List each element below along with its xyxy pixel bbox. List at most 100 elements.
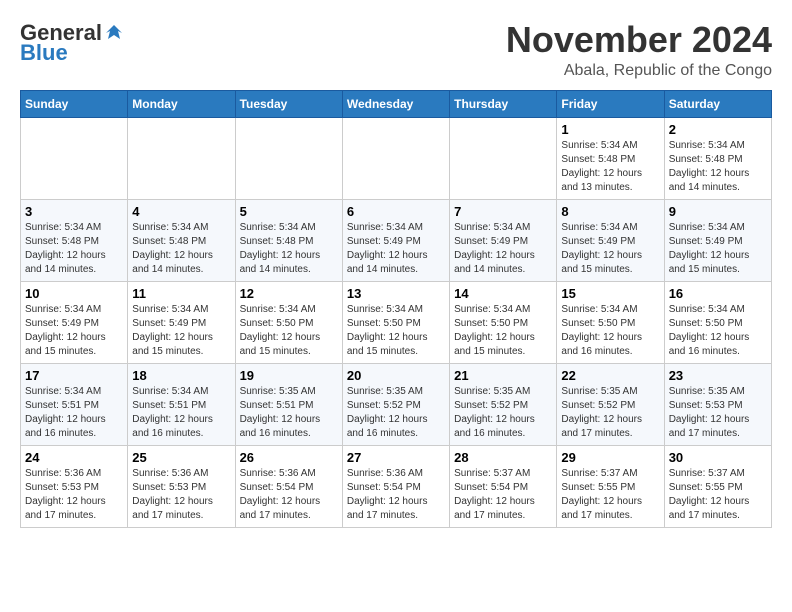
calendar-week-row: 1 Sunrise: 5:34 AM Sunset: 5:48 PM Daylig… [21, 117, 772, 199]
day-info: Sunrise: 5:36 AM Sunset: 5:53 PM Dayligh… [25, 467, 123, 523]
day-number: 5 [240, 204, 338, 219]
day-info: Sunrise: 5:35 AM Sunset: 5:52 PM Dayligh… [454, 385, 552, 441]
day-number: 11 [132, 286, 230, 301]
calendar-cell: 2 Sunrise: 5:34 AM Sunset: 5:48 PM Daylig… [664, 117, 771, 199]
logo: General Blue [20, 20, 124, 66]
day-info: Sunrise: 5:34 AM Sunset: 5:51 PM Dayligh… [132, 385, 230, 441]
day-number: 19 [240, 368, 338, 383]
day-info: Sunrise: 5:34 AM Sunset: 5:49 PM Dayligh… [347, 221, 445, 277]
day-info: Sunrise: 5:37 AM Sunset: 5:55 PM Dayligh… [561, 467, 659, 523]
day-info: Sunrise: 5:34 AM Sunset: 5:50 PM Dayligh… [347, 303, 445, 359]
day-info: Sunrise: 5:35 AM Sunset: 5:52 PM Dayligh… [347, 385, 445, 441]
calendar-cell: 26 Sunrise: 5:36 AM Sunset: 5:54 PM Dayli… [235, 445, 342, 527]
day-info: Sunrise: 5:35 AM Sunset: 5:53 PM Dayligh… [669, 385, 767, 441]
calendar-cell: 7 Sunrise: 5:34 AM Sunset: 5:49 PM Daylig… [450, 199, 557, 281]
calendar-cell: 12 Sunrise: 5:34 AM Sunset: 5:50 PM Dayli… [235, 281, 342, 363]
day-info: Sunrise: 5:34 AM Sunset: 5:49 PM Dayligh… [561, 221, 659, 277]
day-number: 17 [25, 368, 123, 383]
day-number: 20 [347, 368, 445, 383]
calendar-cell: 10 Sunrise: 5:34 AM Sunset: 5:49 PM Dayli… [21, 281, 128, 363]
day-number: 7 [454, 204, 552, 219]
day-info: Sunrise: 5:36 AM Sunset: 5:54 PM Dayligh… [347, 467, 445, 523]
calendar-cell: 16Sunrise: 5:34 AM Sunset: 5:50 PM Dayli… [664, 281, 771, 363]
calendar-header-wednesday: Wednesday [342, 90, 449, 117]
day-info: Sunrise: 5:36 AM Sunset: 5:54 PM Dayligh… [240, 467, 338, 523]
calendar-cell: 9 Sunrise: 5:34 AM Sunset: 5:49 PM Daylig… [664, 199, 771, 281]
logo-blue-text: Blue [20, 40, 68, 66]
day-number: 25 [132, 450, 230, 465]
calendar-cell: 3 Sunrise: 5:34 AM Sunset: 5:48 PM Daylig… [21, 199, 128, 281]
day-info: Sunrise: 5:34 AM Sunset: 5:49 PM Dayligh… [132, 303, 230, 359]
day-number: 29 [561, 450, 659, 465]
day-number: 30 [669, 450, 767, 465]
title-area: November 2024 Abala, Republic of the Con… [506, 20, 772, 80]
calendar-header-monday: Monday [128, 90, 235, 117]
calendar-week-row: 3 Sunrise: 5:34 AM Sunset: 5:48 PM Daylig… [21, 199, 772, 281]
calendar-header-thursday: Thursday [450, 90, 557, 117]
month-title: November 2024 [506, 20, 772, 60]
calendar-cell: 25 Sunrise: 5:36 AM Sunset: 5:53 PM Dayli… [128, 445, 235, 527]
calendar-cell [450, 117, 557, 199]
calendar-cell: 28Sunrise: 5:37 AM Sunset: 5:54 PM Dayli… [450, 445, 557, 527]
day-number: 18 [132, 368, 230, 383]
day-info: Sunrise: 5:34 AM Sunset: 5:48 PM Dayligh… [132, 221, 230, 277]
calendar-cell: 20 Sunrise: 5:35 AM Sunset: 5:52 PM Dayli… [342, 363, 449, 445]
day-number: 8 [561, 204, 659, 219]
calendar-cell: 8 Sunrise: 5:34 AM Sunset: 5:49 PM Daylig… [557, 199, 664, 281]
calendar-week-row: 10 Sunrise: 5:34 AM Sunset: 5:49 PM Dayli… [21, 281, 772, 363]
day-number: 21 [454, 368, 552, 383]
day-number: 9 [669, 204, 767, 219]
calendar-cell: 1 Sunrise: 5:34 AM Sunset: 5:48 PM Daylig… [557, 117, 664, 199]
day-number: 10 [25, 286, 123, 301]
calendar-cell: 5Sunrise: 5:34 AM Sunset: 5:48 PM Daylig… [235, 199, 342, 281]
calendar-cell [342, 117, 449, 199]
day-number: 6 [347, 204, 445, 219]
calendar-header-sunday: Sunday [21, 90, 128, 117]
calendar-cell: 27 Sunrise: 5:36 AM Sunset: 5:54 PM Dayli… [342, 445, 449, 527]
day-number: 23 [669, 368, 767, 383]
calendar-header-friday: Friday [557, 90, 664, 117]
day-number: 3 [25, 204, 123, 219]
day-number: 14 [454, 286, 552, 301]
day-number: 1 [561, 122, 659, 137]
day-info: Sunrise: 5:34 AM Sunset: 5:50 PM Dayligh… [561, 303, 659, 359]
calendar-week-row: 24Sunrise: 5:36 AM Sunset: 5:53 PM Dayli… [21, 445, 772, 527]
day-info: Sunrise: 5:34 AM Sunset: 5:48 PM Dayligh… [25, 221, 123, 277]
day-info: Sunrise: 5:34 AM Sunset: 5:49 PM Dayligh… [454, 221, 552, 277]
day-info: Sunrise: 5:37 AM Sunset: 5:55 PM Dayligh… [669, 467, 767, 523]
logo-bird-icon [104, 23, 124, 43]
day-info: Sunrise: 5:34 AM Sunset: 5:51 PM Dayligh… [25, 385, 123, 441]
day-number: 2 [669, 122, 767, 137]
day-number: 22 [561, 368, 659, 383]
day-number: 26 [240, 450, 338, 465]
calendar: SundayMondayTuesdayWednesdayThursdayFrid… [20, 90, 772, 528]
day-info: Sunrise: 5:35 AM Sunset: 5:51 PM Dayligh… [240, 385, 338, 441]
day-info: Sunrise: 5:34 AM Sunset: 5:50 PM Dayligh… [669, 303, 767, 359]
calendar-cell [235, 117, 342, 199]
calendar-cell: 29 Sunrise: 5:37 AM Sunset: 5:55 PM Dayli… [557, 445, 664, 527]
calendar-cell: 21 Sunrise: 5:35 AM Sunset: 5:52 PM Dayli… [450, 363, 557, 445]
header: General Blue November 2024 Abala, Republ… [20, 20, 772, 80]
day-number: 27 [347, 450, 445, 465]
calendar-cell: 18 Sunrise: 5:34 AM Sunset: 5:51 PM Dayli… [128, 363, 235, 445]
calendar-header-tuesday: Tuesday [235, 90, 342, 117]
calendar-cell: 17 Sunrise: 5:34 AM Sunset: 5:51 PM Dayli… [21, 363, 128, 445]
calendar-cell: 24Sunrise: 5:36 AM Sunset: 5:53 PM Dayli… [21, 445, 128, 527]
day-info: Sunrise: 5:34 AM Sunset: 5:48 PM Dayligh… [561, 139, 659, 195]
calendar-cell: 4Sunrise: 5:34 AM Sunset: 5:48 PM Daylig… [128, 199, 235, 281]
calendar-header-saturday: Saturday [664, 90, 771, 117]
calendar-cell: 15Sunrise: 5:34 AM Sunset: 5:50 PM Dayli… [557, 281, 664, 363]
calendar-cell: 23 Sunrise: 5:35 AM Sunset: 5:53 PM Dayli… [664, 363, 771, 445]
day-info: Sunrise: 5:34 AM Sunset: 5:49 PM Dayligh… [25, 303, 123, 359]
calendar-week-row: 17 Sunrise: 5:34 AM Sunset: 5:51 PM Dayli… [21, 363, 772, 445]
day-number: 12 [240, 286, 338, 301]
day-info: Sunrise: 5:36 AM Sunset: 5:53 PM Dayligh… [132, 467, 230, 523]
day-info: Sunrise: 5:34 AM Sunset: 5:49 PM Dayligh… [669, 221, 767, 277]
day-info: Sunrise: 5:34 AM Sunset: 5:50 PM Dayligh… [454, 303, 552, 359]
day-info: Sunrise: 5:34 AM Sunset: 5:50 PM Dayligh… [240, 303, 338, 359]
calendar-cell: 30 Sunrise: 5:37 AM Sunset: 5:55 PM Dayli… [664, 445, 771, 527]
location: Abala, Republic of the Congo [506, 62, 772, 80]
day-info: Sunrise: 5:34 AM Sunset: 5:48 PM Dayligh… [669, 139, 767, 195]
calendar-cell [128, 117, 235, 199]
calendar-cell: 6 Sunrise: 5:34 AM Sunset: 5:49 PM Daylig… [342, 199, 449, 281]
